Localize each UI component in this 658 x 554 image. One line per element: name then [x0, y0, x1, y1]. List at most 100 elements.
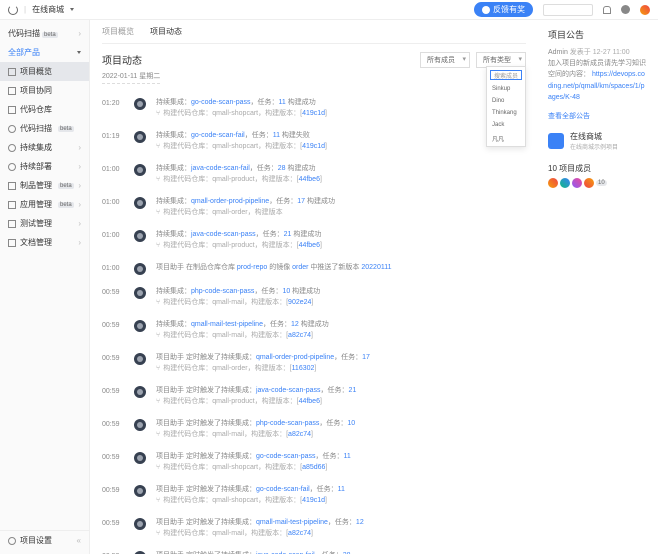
member-avatar[interactable] — [572, 178, 582, 188]
feedback-button[interactable]: 反馈有奖 — [474, 2, 533, 17]
feed-link[interactable]: a85d66 — [302, 464, 325, 471]
member-avatar[interactable] — [560, 178, 570, 188]
sidebar-item-代码仓库[interactable]: 代码仓库 — [0, 100, 89, 119]
feed-link[interactable]: 419c1d — [302, 143, 325, 150]
bell-icon[interactable] — [603, 6, 611, 14]
sidebar-item-持续集成[interactable]: 持续集成› — [0, 138, 89, 157]
user-avatar[interactable] — [640, 5, 650, 15]
feed-link[interactable]: 902e24 — [288, 299, 311, 306]
feed-link[interactable]: go-code-scan-fail — [191, 132, 245, 139]
feed-avatar[interactable] — [134, 320, 146, 332]
feed-avatar[interactable] — [134, 452, 146, 464]
sidebar-item-项目概览[interactable]: 项目概览 — [0, 62, 89, 81]
sidebar-label: 项目概览 — [20, 66, 52, 77]
sidebar-item-制品管理[interactable]: 制品管理beta› — [0, 176, 89, 195]
tab-overview[interactable]: 项目概览 — [102, 26, 134, 37]
feed-link[interactable]: go-code-scan-pass — [191, 99, 251, 106]
feed-link[interactable]: 44fbe6 — [299, 176, 320, 183]
sidebar-item-代码扫描[interactable]: 代码扫描beta — [0, 119, 89, 138]
feed-link[interactable]: 17 — [297, 198, 305, 205]
feed-link[interactable]: java-code-scan-pass — [191, 231, 256, 238]
feed-link[interactable]: a82c74 — [288, 530, 311, 537]
feed-avatar[interactable] — [134, 419, 146, 431]
dropdown-item[interactable]: Dino — [487, 95, 525, 107]
feed-link[interactable]: 11 — [279, 99, 286, 106]
dropdown-icon[interactable] — [70, 8, 74, 11]
sidebar-item-测试管理[interactable]: 测试管理› — [0, 214, 89, 233]
feed-avatar[interactable] — [134, 263, 146, 275]
feed-item: 01:19持续集成：go-code-scan-fail，任务：11 构建失败⑂构… — [102, 125, 526, 158]
feed-link[interactable]: 21 — [284, 231, 292, 238]
view-all-link[interactable]: 查看全部公告 — [548, 111, 648, 121]
feed-body: 持续集成：php-code-scan-pass，任务：10 构建成功⑂构建代码仓… — [156, 287, 526, 308]
feed-link[interactable]: 419c1d — [302, 497, 325, 504]
feed-link[interactable]: 419c1d — [302, 110, 325, 117]
feed-meta: 构建代码仓库：qmall-mail，构建版本：[902e24] — [163, 298, 313, 309]
feed-link[interactable]: 11 — [343, 453, 350, 460]
feed-link[interactable]: a82c74 — [288, 332, 311, 339]
feed-time: 01:00 — [102, 230, 124, 239]
feed-link[interactable]: qmall-order-prod-pipeline — [256, 354, 334, 361]
feed-link[interactable]: prod-repo — [237, 264, 267, 271]
feed-link[interactable]: 44fbe6 — [299, 398, 320, 405]
feed-link[interactable]: 12 — [356, 519, 364, 526]
feed-link[interactable]: qmall-mail-test-pipeline — [191, 321, 263, 328]
feed-link[interactable]: 10 — [282, 288, 290, 295]
feed-avatar[interactable] — [134, 197, 146, 209]
feed-avatar[interactable] — [134, 230, 146, 242]
sidebar-item-应用管理[interactable]: 应用管理beta› — [0, 195, 89, 214]
feed-link[interactable]: go-code-scan-fail — [256, 486, 310, 493]
logo-icon[interactable] — [8, 5, 18, 15]
feed-link[interactable]: qmall-order-prod-pipeline — [191, 198, 269, 205]
sidebar-item-文档管理[interactable]: 文档管理› — [0, 233, 89, 252]
feed-link[interactable]: 44fbe6 — [299, 242, 320, 249]
feed-link[interactable]: 17 — [362, 354, 370, 361]
feed-avatar[interactable] — [134, 353, 146, 365]
feed-link[interactable]: go-code-scan-pass — [256, 453, 316, 460]
feed-link[interactable]: 11 — [338, 486, 345, 493]
feed-avatar[interactable] — [134, 287, 146, 299]
feed-link[interactable]: java-code-scan-pass — [256, 387, 321, 394]
member-avatar[interactable] — [584, 178, 594, 188]
dropdown-search-input[interactable]: 搜索成员 — [490, 70, 522, 80]
member-count-badge[interactable]: 10 — [596, 180, 607, 186]
feed-link[interactable]: order — [292, 264, 308, 271]
feed-avatar[interactable] — [134, 386, 146, 398]
feed-link[interactable]: java-code-scan-fail — [191, 165, 250, 172]
project-card[interactable]: 在线商城 在线商城示例项目 — [548, 131, 648, 151]
feed-link[interactable]: php-code-scan-pass — [256, 420, 319, 427]
feed-link[interactable]: 10 — [347, 420, 355, 427]
project-name[interactable]: 在线商城 — [32, 4, 64, 15]
feed-link[interactable]: qmall-mail-test-pipeline — [256, 519, 328, 526]
feed-title: 持续集成：qmall-order-prod-pipeline，任务：17 构建成… — [156, 197, 526, 208]
feed-link[interactable]: 28 — [278, 165, 286, 172]
feed-link[interactable]: 11 — [273, 132, 280, 139]
dropdown-item[interactable]: Sinkup — [487, 83, 525, 95]
member-avatar[interactable] — [548, 178, 558, 188]
feed-avatar[interactable] — [134, 98, 146, 110]
feed-link[interactable]: 116302 — [292, 365, 315, 372]
feed-link[interactable]: php-code-scan-pass — [191, 288, 254, 295]
feed-link[interactable]: 21 — [349, 387, 357, 394]
tab-activity[interactable]: 项目动态 — [150, 26, 182, 37]
sidebar-item-持续部署[interactable]: 持续部署› — [0, 157, 89, 176]
sidebar-all-products[interactable]: 全部产品 — [0, 43, 89, 62]
sidebar-header[interactable]: 代码扫描beta › — [0, 24, 89, 43]
dropdown-item[interactable]: 凡凡 — [487, 131, 525, 146]
dropdown-item[interactable]: Jack — [487, 119, 525, 131]
sidebar-label: 文档管理 — [20, 237, 52, 248]
feed-avatar[interactable] — [134, 131, 146, 143]
feed-link[interactable]: 12 — [291, 321, 299, 328]
feed-link[interactable]: a82c74 — [288, 431, 311, 438]
gear-icon[interactable] — [621, 5, 630, 14]
collapse-icon[interactable]: « — [77, 536, 81, 545]
filter-members[interactable]: 所有成员 — [420, 52, 470, 68]
sidebar-footer[interactable]: 项目设置 « — [0, 530, 89, 550]
dropdown-item[interactable]: Thinkang — [487, 107, 525, 119]
feed-avatar[interactable] — [134, 164, 146, 176]
feed-link[interactable]: 20220111 — [361, 264, 391, 271]
sidebar-item-项目协同[interactable]: 项目协同 — [0, 81, 89, 100]
feed-avatar[interactable] — [134, 485, 146, 497]
feed-avatar[interactable] — [134, 518, 146, 530]
search-input[interactable] — [543, 4, 593, 16]
